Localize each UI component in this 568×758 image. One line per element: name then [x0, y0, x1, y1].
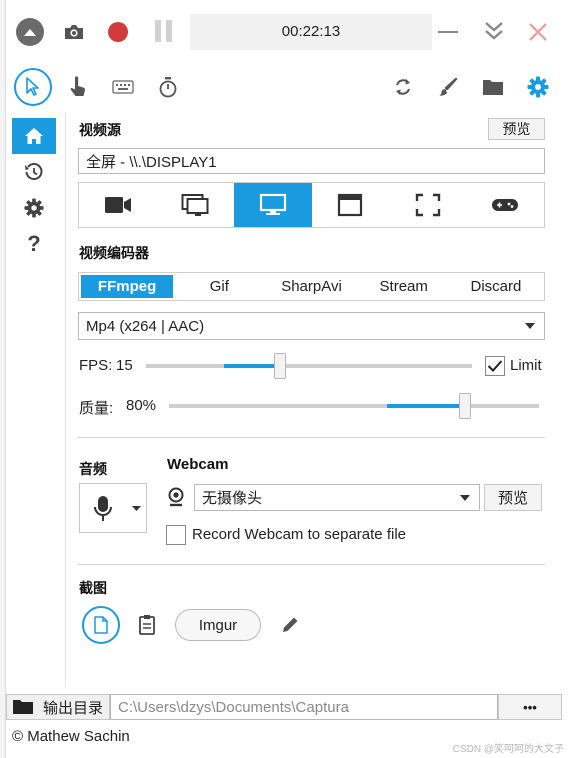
output-folder-row: 输出目录 C:\Users\dzys\Documents\Captura •••	[6, 694, 562, 720]
watermark-text: CSDN @笑呵呵的大文子	[452, 744, 564, 755]
history-icon	[25, 163, 43, 181]
record-icon[interactable]	[108, 22, 128, 42]
refresh-icon[interactable]	[391, 75, 415, 99]
format-dropdown[interactable]: Mp4 (x264 | AAC)	[78, 312, 545, 340]
sidebar-item-history[interactable]	[12, 154, 56, 190]
limit-checkbox[interactable]	[485, 356, 505, 376]
video-source-field[interactable]: 全屏 - \\.\DISPLAY1	[78, 148, 545, 174]
recording-timer: 00:22:13	[190, 14, 432, 50]
save-to-file-button[interactable]	[82, 606, 120, 644]
chevron-down-icon	[132, 506, 141, 511]
fps-slider-fill	[224, 364, 280, 368]
source-region-button[interactable]	[389, 183, 467, 227]
divider	[78, 564, 545, 565]
collapse-up-icon[interactable]	[16, 18, 44, 46]
webcam-preview-button[interactable]: 预览	[484, 484, 542, 511]
audio-title: 音频	[79, 461, 107, 477]
pencil-icon	[283, 617, 298, 632]
fps-value: 15	[116, 357, 133, 374]
webcam-icon	[166, 486, 186, 508]
source-window-button[interactable]	[312, 183, 390, 227]
video-encoder-title: 视频编码器	[79, 245, 149, 261]
source-windows-button[interactable]	[157, 183, 235, 227]
folder-icon[interactable]	[480, 76, 506, 98]
region-icon	[415, 193, 440, 217]
gamepad-icon	[492, 199, 519, 211]
output-folder-button[interactable]: 输出目录	[6, 694, 110, 720]
chevron-down-icon	[525, 323, 535, 329]
file-icon	[94, 616, 108, 634]
title-bar: 00:22:13	[6, 0, 568, 62]
window-icon	[338, 193, 363, 217]
encoder-option-stream[interactable]: Stream	[358, 275, 450, 298]
encoder-option-gif[interactable]: Gif	[173, 275, 265, 298]
keyboard-icon[interactable]	[110, 78, 136, 96]
toolbar	[6, 62, 568, 112]
fps-slider-track	[146, 364, 472, 368]
encoder-option-discard[interactable]: Discard	[450, 275, 542, 298]
output-folder-label: 输出目录	[43, 699, 104, 717]
output-path-field[interactable]: C:\Users\dzys\Documents\Captura	[110, 694, 498, 720]
edit-button[interactable]	[278, 613, 302, 637]
screen-icon	[259, 193, 286, 215]
separate-file-label: Record Webcam to separate file	[192, 526, 406, 543]
fps-slider-thumb[interactable]	[273, 353, 286, 379]
source-screen-button[interactable]	[234, 183, 312, 227]
quality-value: 80%	[126, 397, 157, 414]
quality-slider-thumb[interactable]	[459, 393, 471, 419]
chevron-down-icon	[460, 495, 470, 501]
limit-label: Limit	[510, 357, 542, 374]
home-icon	[25, 128, 43, 144]
minimize-icon[interactable]	[438, 31, 458, 33]
credit-text: © Mathew Sachin	[12, 728, 130, 745]
checkmark-icon	[487, 360, 503, 372]
brush-icon[interactable]	[436, 75, 460, 99]
encoder-option-ffmpeg[interactable]: FFmpeg	[81, 275, 174, 298]
audio-source-button[interactable]	[79, 483, 147, 533]
microphone-icon	[94, 496, 112, 521]
quality-label: 质量:	[79, 400, 114, 417]
settings-icon	[24, 198, 44, 218]
sidebar-item-home[interactable]	[12, 118, 56, 154]
quality-slider-track	[169, 404, 539, 408]
sidebar: ?	[6, 112, 64, 687]
source-webcam-button[interactable]	[79, 183, 157, 227]
video-preview-button[interactable]: 预览	[488, 118, 545, 140]
encoder-selector: FFmpeg Gif SharpAvi Stream Discard	[78, 272, 545, 301]
webcam-title: Webcam	[167, 456, 229, 473]
format-value: Mp4 (x264 | AAC)	[86, 317, 205, 335]
more-options-button[interactable]: •••	[498, 694, 562, 720]
video-source-title: 视频源	[79, 122, 121, 138]
settings-icon[interactable]	[525, 74, 551, 100]
pause-icon[interactable]	[154, 20, 174, 44]
help-icon[interactable]: ?	[12, 226, 56, 262]
camera-icon	[104, 197, 131, 213]
webcam-device-dropdown[interactable]: 无摄像头	[194, 484, 480, 511]
windows-icon	[181, 194, 209, 216]
camera-icon[interactable]	[62, 20, 86, 44]
cursor-icon[interactable]	[14, 68, 52, 106]
folder-icon	[13, 700, 33, 714]
video-source-selector	[78, 182, 545, 228]
quality-slider-fill	[387, 404, 465, 408]
clipboard-button[interactable]	[135, 612, 159, 638]
fps-label: FPS:	[79, 357, 113, 374]
source-game-button[interactable]	[467, 183, 545, 227]
sidebar-divider	[65, 112, 66, 687]
encoder-option-sharpavi[interactable]: SharpAvi	[265, 275, 357, 298]
screenshot-title: 截图	[79, 580, 107, 596]
stopwatch-icon[interactable]	[156, 75, 180, 99]
webcam-device-value: 无摄像头	[202, 490, 263, 507]
hand-click-icon[interactable]	[66, 74, 90, 100]
chevron-double-down-icon[interactable]	[482, 18, 506, 44]
divider	[78, 437, 545, 438]
clipboard-icon	[139, 615, 155, 635]
separate-file-checkbox[interactable]	[166, 525, 186, 545]
imgur-button[interactable]: Imgur	[175, 609, 261, 641]
close-icon[interactable]	[526, 20, 550, 44]
sidebar-item-settings[interactable]	[12, 190, 56, 226]
